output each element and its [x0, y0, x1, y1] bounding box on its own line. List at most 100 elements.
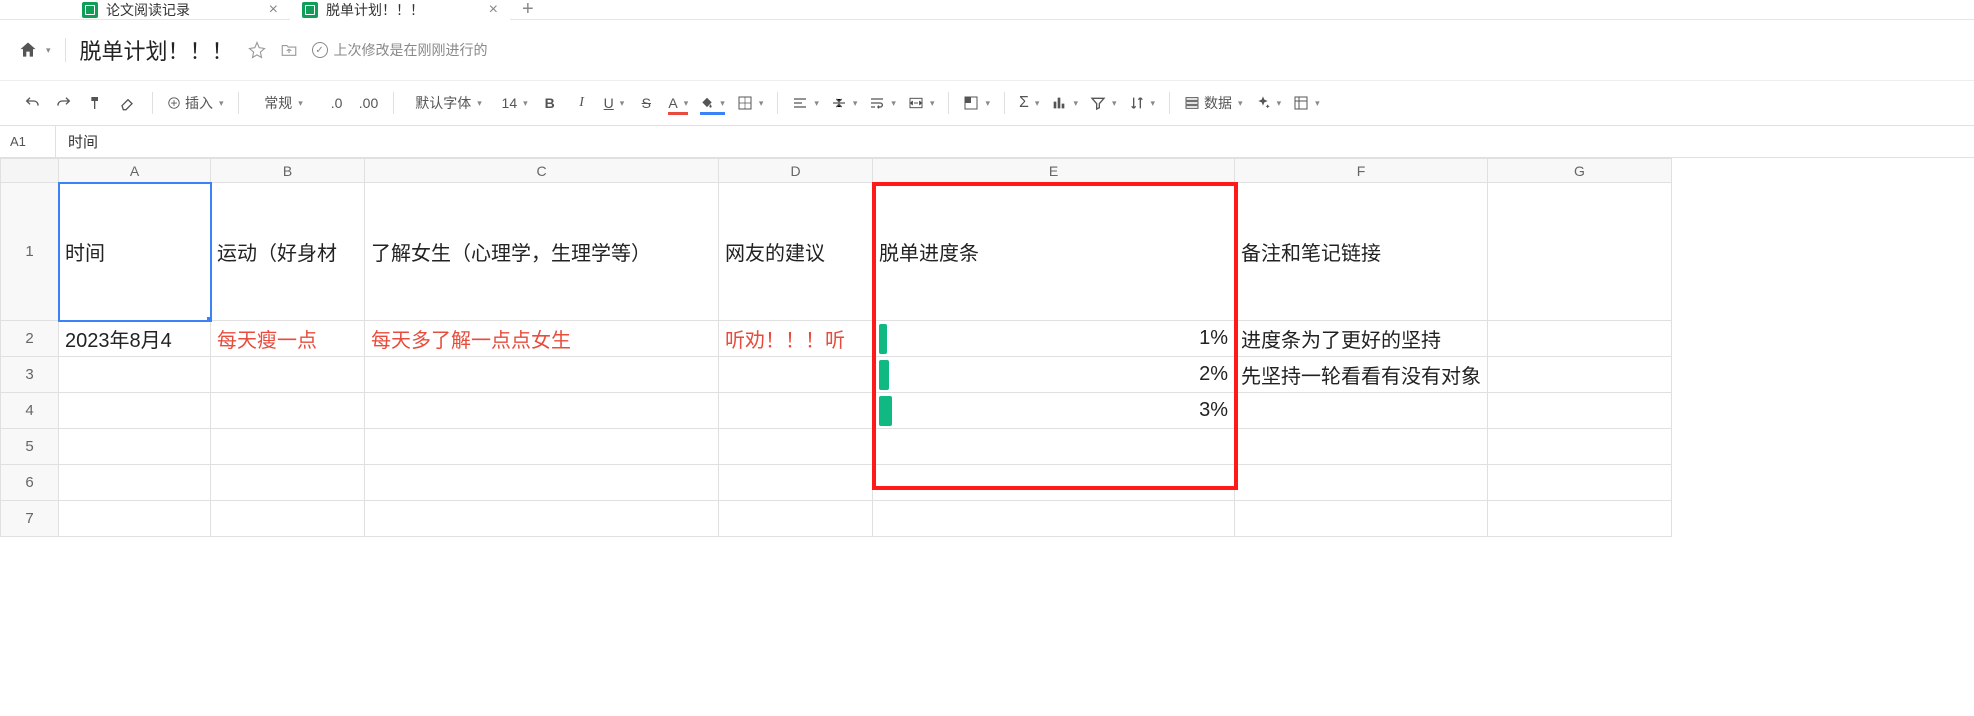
data-button[interactable]: 数据 ▾ — [1180, 89, 1247, 117]
cell[interactable]: 网友的建议 — [719, 183, 873, 321]
format-painter-button[interactable] — [82, 89, 110, 117]
cell[interactable]: 备注和笔记链接 — [1235, 183, 1488, 321]
tab-item[interactable]: 脱单计划！！！ × — [290, 0, 510, 20]
merge-cells-button[interactable]: ▾ — [904, 89, 939, 117]
redo-button[interactable] — [50, 89, 78, 117]
cell[interactable]: 1% — [873, 321, 1235, 357]
cell[interactable] — [873, 465, 1235, 501]
cell[interactable] — [1488, 429, 1672, 465]
cell[interactable]: 听劝！！！听 — [719, 321, 873, 357]
cell[interactable] — [59, 501, 211, 537]
filter-button[interactable]: ▾ — [1086, 89, 1121, 117]
autosum-button[interactable]: Σ▾ — [1015, 89, 1043, 117]
column-header[interactable]: F — [1235, 159, 1488, 183]
name-box[interactable]: A1 — [0, 126, 56, 157]
underline-button[interactable]: U▾ — [600, 89, 629, 117]
font-family-dropdown[interactable]: 默认字体 ▾ — [404, 89, 494, 117]
cell[interactable] — [1488, 465, 1672, 501]
row-header[interactable]: 5 — [1, 429, 59, 465]
cell[interactable] — [1488, 393, 1672, 429]
h-align-button[interactable]: ▾ — [788, 89, 823, 117]
cell[interactable] — [59, 357, 211, 393]
decrease-decimal-button[interactable]: .0 — [323, 89, 351, 117]
v-align-button[interactable]: ▾ — [827, 89, 862, 117]
cell[interactable]: 进度条为了更好的坚持 — [1235, 321, 1488, 357]
cell[interactable] — [1488, 357, 1672, 393]
cell[interactable] — [1488, 183, 1672, 321]
close-icon[interactable]: × — [489, 1, 498, 19]
cell[interactable] — [1235, 429, 1488, 465]
column-header[interactable]: A — [59, 159, 211, 183]
cell[interactable] — [59, 429, 211, 465]
strikethrough-button[interactable]: S — [632, 89, 660, 117]
formula-input[interactable]: 时间 — [56, 126, 1974, 157]
close-icon[interactable]: × — [269, 1, 278, 19]
cell[interactable] — [1488, 321, 1672, 357]
borders-button[interactable]: ▾ — [733, 89, 768, 117]
column-header[interactable]: C — [365, 159, 719, 183]
cell[interactable] — [1235, 501, 1488, 537]
cell[interactable]: 每天瘦一点 — [211, 321, 365, 357]
column-header[interactable]: D — [719, 159, 873, 183]
cell[interactable]: 2% — [873, 357, 1235, 393]
cell[interactable]: 先坚持一轮看看有没有对象 — [1235, 357, 1488, 393]
italic-button[interactable]: I — [568, 89, 596, 117]
cell[interactable] — [365, 465, 719, 501]
cell[interactable] — [211, 429, 365, 465]
clear-format-button[interactable] — [114, 89, 142, 117]
column-header[interactable]: G — [1488, 159, 1672, 183]
cell[interactable] — [211, 465, 365, 501]
row-header[interactable]: 2 — [1, 321, 59, 357]
cell[interactable] — [1235, 393, 1488, 429]
cell[interactable] — [59, 393, 211, 429]
chart-button[interactable]: ▾ — [1047, 89, 1082, 117]
font-size-dropdown[interactable]: 14 ▾ — [498, 89, 532, 117]
star-button[interactable] — [248, 41, 266, 59]
cell[interactable] — [211, 357, 365, 393]
row-header[interactable]: 3 — [1, 357, 59, 393]
cell[interactable] — [719, 357, 873, 393]
tab-item[interactable]: 论文阅读记录 × — [70, 0, 290, 20]
cell[interactable]: 运动（好身材 — [211, 183, 365, 321]
wrap-text-button[interactable]: ▾ — [865, 89, 900, 117]
cell[interactable]: 时间 — [59, 183, 211, 321]
row-header[interactable]: 6 — [1, 465, 59, 501]
column-header[interactable]: B — [211, 159, 365, 183]
cell[interactable]: 3% — [873, 393, 1235, 429]
bold-button[interactable]: B — [536, 89, 564, 117]
fill-color-button[interactable]: ▾ — [696, 89, 729, 117]
move-to-folder-button[interactable] — [280, 41, 298, 59]
cell[interactable]: 2023年8月4 — [59, 321, 211, 357]
cell[interactable] — [719, 429, 873, 465]
cell[interactable] — [873, 501, 1235, 537]
cell[interactable] — [211, 501, 365, 537]
cell[interactable] — [873, 429, 1235, 465]
add-tab-button[interactable]: + — [510, 0, 546, 21]
number-format-dropdown[interactable]: 常规 ▾ — [249, 89, 319, 117]
cell[interactable]: 脱单进度条 — [873, 183, 1235, 321]
text-color-button[interactable]: A▾ — [664, 89, 692, 117]
cell[interactable] — [365, 357, 719, 393]
cell[interactable] — [365, 501, 719, 537]
freeze-button[interactable]: ▾ — [1289, 89, 1324, 117]
insert-button[interactable]: 插入 ▾ — [163, 89, 228, 117]
cell[interactable] — [1488, 501, 1672, 537]
column-header[interactable]: E — [873, 159, 1235, 183]
select-all-corner[interactable] — [1, 159, 59, 183]
row-header[interactable]: 1 — [1, 183, 59, 321]
document-title[interactable]: 脱单计划！！！ — [80, 34, 234, 66]
cell[interactable]: 了解女生（心理学，生理学等） — [365, 183, 719, 321]
conditional-format-button[interactable]: ▾ — [959, 89, 994, 117]
undo-button[interactable] — [18, 89, 46, 117]
increase-decimal-button[interactable]: .00 — [355, 89, 383, 117]
cell[interactable] — [365, 429, 719, 465]
row-header[interactable]: 4 — [1, 393, 59, 429]
cell[interactable] — [719, 501, 873, 537]
cell[interactable] — [1235, 465, 1488, 501]
cell[interactable] — [211, 393, 365, 429]
home-button[interactable]: ▾ — [18, 40, 51, 60]
row-header[interactable]: 7 — [1, 501, 59, 537]
cell[interactable] — [719, 393, 873, 429]
smart-toolbox-button[interactable]: ▾ — [1251, 89, 1286, 117]
cell[interactable] — [719, 465, 873, 501]
